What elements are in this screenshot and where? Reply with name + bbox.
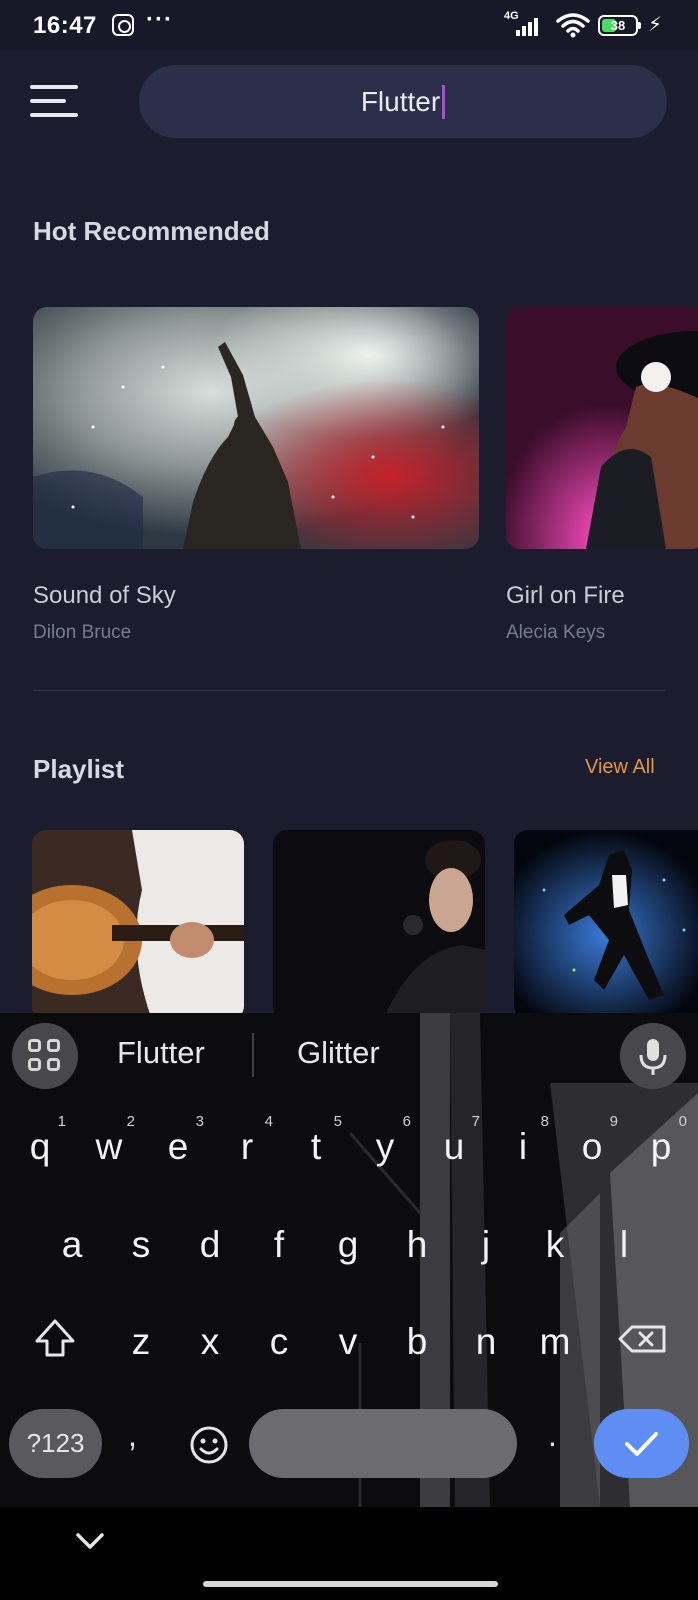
- song-artist: Dilon Bruce: [33, 622, 132, 643]
- space-bar[interactable]: [249, 1409, 517, 1478]
- key-number-hint: 7: [471, 1113, 480, 1130]
- key-d[interactable]: d: [180, 1210, 240, 1280]
- suggestion-divider: [252, 1033, 254, 1077]
- key-letter: i: [518, 1126, 528, 1167]
- emoji-icon[interactable]: [189, 1425, 229, 1465]
- status-bar: 16:47 ··· 4G 38 ⚡: [0, 0, 698, 50]
- key-y[interactable]: y6: [355, 1112, 415, 1182]
- shift-icon[interactable]: [23, 1307, 87, 1371]
- playlist-card[interactable]: [273, 830, 485, 1020]
- key-t[interactable]: t5: [286, 1112, 346, 1182]
- key-number-hint: 2: [126, 1113, 135, 1130]
- key-i[interactable]: i8: [493, 1112, 553, 1182]
- key-n[interactable]: n: [456, 1307, 516, 1377]
- comma-key[interactable]: ,: [128, 1417, 137, 1454]
- hot-recommended-title: Hot Recommended: [33, 216, 270, 246]
- key-m[interactable]: m: [525, 1307, 585, 1377]
- instagram-icon: [112, 14, 134, 36]
- view-all-link[interactable]: View All: [585, 756, 655, 779]
- song-title[interactable]: Girl on Fire: [506, 582, 625, 610]
- key-letter: y: [375, 1126, 395, 1167]
- key-u[interactable]: u7: [424, 1112, 484, 1182]
- suggestion-1[interactable]: Flutter: [117, 1035, 205, 1071]
- wifi-icon: [556, 13, 590, 38]
- key-p[interactable]: p0: [631, 1112, 691, 1182]
- key-x[interactable]: x: [180, 1307, 240, 1377]
- dancer-image: [514, 830, 698, 1020]
- text-caret: [442, 84, 446, 119]
- signal-icon: [516, 16, 546, 36]
- search-input[interactable]: Flutter: [139, 65, 667, 138]
- song-title[interactable]: Sound of Sky: [33, 582, 176, 610]
- key-letter: e: [167, 1126, 189, 1167]
- key-b[interactable]: b: [387, 1307, 447, 1377]
- key-j[interactable]: j: [456, 1210, 516, 1280]
- key-number-hint: 1: [57, 1113, 66, 1130]
- charging-icon: ⚡: [648, 14, 663, 36]
- key-number-hint: 4: [264, 1113, 273, 1130]
- key-letter: p: [650, 1126, 672, 1167]
- period-key[interactable]: .: [548, 1417, 557, 1454]
- song-card-image[interactable]: [33, 307, 479, 549]
- hamburger-menu-icon[interactable]: [30, 85, 78, 119]
- singer-image: [273, 830, 485, 1020]
- key-number-hint: 9: [609, 1113, 618, 1130]
- more-dots-icon: ···: [146, 6, 173, 33]
- key-c[interactable]: c: [249, 1307, 309, 1377]
- key-number-hint: 5: [333, 1113, 342, 1130]
- apps-grid-icon[interactable]: [12, 1023, 78, 1089]
- key-o[interactable]: o9: [562, 1112, 622, 1182]
- suggestion-2[interactable]: Glitter: [297, 1035, 380, 1071]
- microphone-icon[interactable]: [620, 1023, 686, 1089]
- key-h[interactable]: h: [387, 1210, 447, 1280]
- key-k[interactable]: k: [525, 1210, 585, 1280]
- symbols-key[interactable]: ?123: [9, 1409, 102, 1478]
- key-letter: r: [240, 1126, 254, 1167]
- on-screen-keyboard: Flutter Glitter q1w2e3r4t5y6u7i8o9p0 asd…: [0, 1013, 698, 1507]
- guitar-image: [32, 830, 244, 1020]
- key-number-hint: 8: [540, 1113, 549, 1130]
- key-letter: w: [95, 1126, 123, 1167]
- key-w[interactable]: w2: [79, 1112, 139, 1182]
- home-gesture-handle[interactable]: [203, 1581, 498, 1587]
- key-z[interactable]: z: [111, 1307, 171, 1377]
- song-card-image[interactable]: [506, 307, 698, 549]
- key-g[interactable]: g: [318, 1210, 378, 1280]
- navigation-bar: [0, 1507, 698, 1600]
- playlist-card[interactable]: [32, 830, 244, 1020]
- key-e[interactable]: e3: [148, 1112, 208, 1182]
- battery-icon: 38: [598, 15, 641, 36]
- key-f[interactable]: f: [249, 1210, 309, 1280]
- key-a[interactable]: a: [42, 1210, 102, 1280]
- concert-image: [33, 307, 479, 549]
- song-artist: Alecia Keys: [506, 622, 606, 643]
- hide-keyboard-chevron-icon[interactable]: [72, 1525, 108, 1555]
- playlist-card[interactable]: [514, 830, 698, 1020]
- key-letter: u: [443, 1126, 465, 1167]
- key-letter: q: [29, 1126, 51, 1167]
- key-l[interactable]: l: [594, 1210, 654, 1280]
- status-time: 16:47: [33, 12, 97, 39]
- playlist-title: Playlist: [33, 754, 125, 784]
- backspace-icon[interactable]: [610, 1307, 674, 1371]
- enter-check-icon[interactable]: [594, 1409, 689, 1478]
- key-number-hint: 0: [678, 1113, 687, 1130]
- battery-level: 38: [610, 18, 626, 33]
- key-v[interactable]: v: [318, 1307, 378, 1377]
- key-number-hint: 6: [402, 1113, 411, 1130]
- key-letter: o: [581, 1126, 603, 1167]
- key-letter: t: [310, 1126, 322, 1167]
- search-input-value: Flutter: [360, 85, 441, 117]
- key-q[interactable]: q1: [10, 1112, 70, 1182]
- section-divider: [33, 690, 665, 691]
- key-number-hint: 3: [195, 1113, 204, 1130]
- girl-on-fire-image: [506, 307, 698, 549]
- key-s[interactable]: s: [111, 1210, 171, 1280]
- key-r[interactable]: r4: [217, 1112, 277, 1182]
